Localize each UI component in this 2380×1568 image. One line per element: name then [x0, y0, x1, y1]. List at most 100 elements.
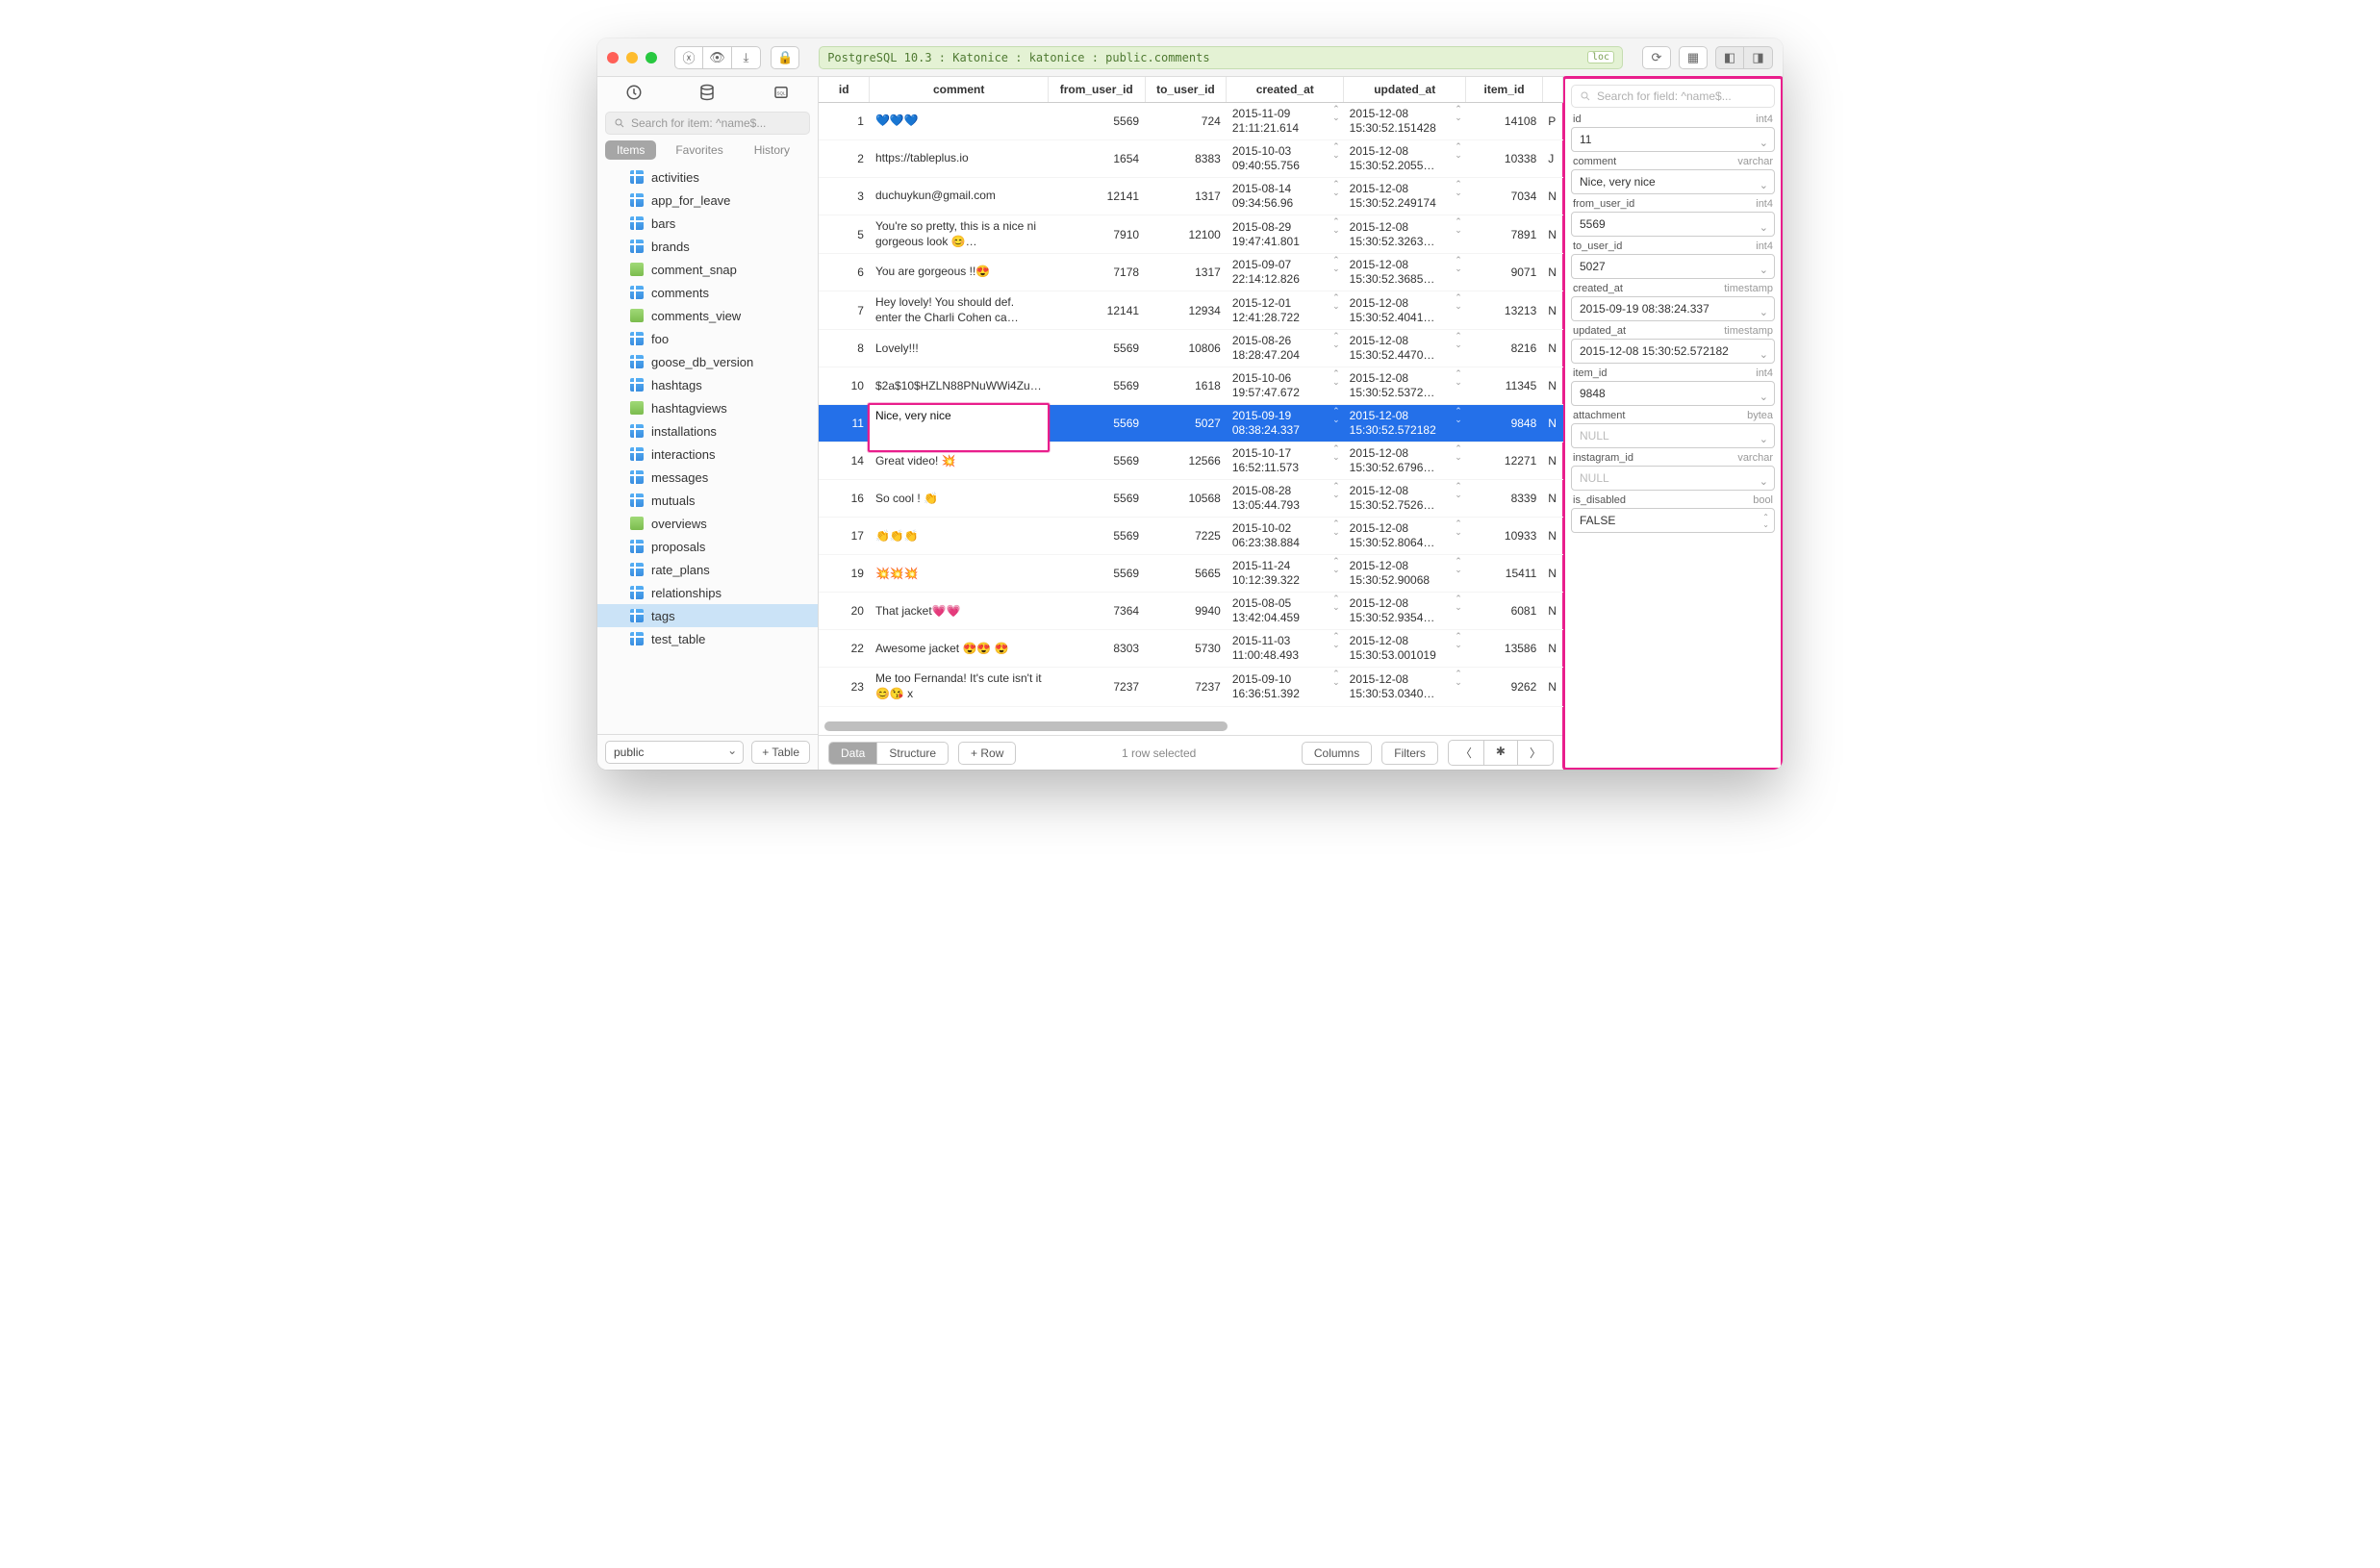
discard-changes-button[interactable]: ⓧ	[674, 46, 703, 69]
cell[interactable]: 1	[819, 103, 870, 140]
minimize-window[interactable]	[626, 52, 638, 63]
cell[interactable]: 5	[819, 215, 870, 254]
close-window[interactable]	[607, 52, 619, 63]
column-header-from_user_id[interactable]: from_user_id	[1048, 77, 1145, 103]
cell[interactable]: N	[1542, 367, 1562, 405]
sidebar-item-interactions[interactable]: interactions	[597, 443, 818, 466]
prev-button[interactable]: 〈	[1449, 741, 1484, 765]
cell[interactable]: 13586	[1466, 630, 1542, 668]
cell[interactable]: 9262	[1466, 668, 1542, 706]
table-row[interactable]: 23Me too Fernanda! It's cute isn't it 😊😘…	[819, 668, 1563, 706]
cell[interactable]: 22	[819, 630, 870, 668]
table-row[interactable]: 22Awesome jacket 😍😍 😍830357302015-11-031…	[819, 630, 1563, 668]
field-input[interactable]: NULL	[1571, 466, 1775, 491]
cell[interactable]: 10933	[1466, 518, 1542, 555]
sidebar-item-test_table[interactable]: test_table	[597, 627, 818, 650]
cell[interactable]: 5569	[1048, 555, 1145, 593]
cell[interactable]: 2015-08-2919:47:41.801	[1227, 215, 1344, 254]
cell[interactable]: 19	[819, 555, 870, 593]
cell[interactable]: 14108	[1466, 103, 1542, 140]
cell-comment[interactable]: duchuykun@gmail.com	[870, 178, 1048, 215]
cell[interactable]: 2015-08-0513:42:04.459	[1227, 593, 1344, 630]
sidebar-item-goose_db_version[interactable]: goose_db_version	[597, 350, 818, 373]
structure-tab[interactable]: Structure	[877, 743, 948, 764]
cell[interactable]: 13213	[1466, 291, 1542, 330]
cell[interactable]: 5569	[1048, 518, 1145, 555]
cell-editor[interactable]: Nice, very nice	[868, 403, 1050, 452]
sidebar-tab-favorites[interactable]: Favorites	[664, 140, 734, 160]
columns-button[interactable]: Columns	[1302, 742, 1372, 765]
cell[interactable]: 5569	[1048, 103, 1145, 140]
cell[interactable]: 2015-12-0815:30:52.151428	[1344, 103, 1466, 140]
settings-button[interactable]: ✱	[1484, 741, 1518, 765]
cell-comment[interactable]: That jacket💗💗	[870, 593, 1048, 630]
preview-button[interactable]: 👁	[703, 46, 732, 69]
zoom-window[interactable]	[646, 52, 657, 63]
cell[interactable]: 8383	[1145, 140, 1227, 178]
cell[interactable]: 7225	[1145, 518, 1227, 555]
cell[interactable]: 2015-12-0815:30:52.572182	[1344, 405, 1466, 443]
cell[interactable]: N	[1542, 291, 1562, 330]
cell[interactable]: 2015-09-1908:38:24.337	[1227, 405, 1344, 443]
cell-comment[interactable]: 💙💙💙	[870, 103, 1048, 140]
cell[interactable]: 2015-12-0815:30:52.3685…	[1344, 254, 1466, 291]
cell[interactable]: N	[1542, 215, 1562, 254]
sidebar-item-relationships[interactable]: relationships	[597, 581, 818, 604]
reload-button[interactable]: ⟳	[1642, 46, 1671, 69]
cell[interactable]: 2015-12-0815:30:52.3263…	[1344, 215, 1466, 254]
table-row[interactable]: 10$2a$10$HZLN88PNuWWi4ZuS91Ib8dR98Iit0kb…	[819, 367, 1563, 405]
sidebar-item-proposals[interactable]: proposals	[597, 535, 818, 558]
cell[interactable]: 7178	[1048, 254, 1145, 291]
cell[interactable]: 2015-12-0815:30:52.6796…	[1344, 443, 1466, 480]
table-row[interactable]: 16So cool ! 👏5569105682015-08-2813:05:44…	[819, 480, 1563, 518]
grid-mode-button[interactable]: ▦	[1679, 46, 1708, 69]
table-row[interactable]: 5You're so pretty, this is a nice ni gor…	[819, 215, 1563, 254]
sidebar-item-overviews[interactable]: overviews	[597, 512, 818, 535]
cell[interactable]: 3	[819, 178, 870, 215]
cell[interactable]: 2015-12-0815:30:52.5372…	[1344, 367, 1466, 405]
database-icon[interactable]	[698, 84, 716, 104]
cell[interactable]: 8216	[1466, 330, 1542, 367]
cell[interactable]: N	[1542, 480, 1562, 518]
toggle-right-panel-button[interactable]: ◨	[1744, 46, 1773, 69]
cell[interactable]: 2015-12-0815:30:52.4470…	[1344, 330, 1466, 367]
cell[interactable]: 6081	[1466, 593, 1542, 630]
cell[interactable]: 12141	[1048, 178, 1145, 215]
cell[interactable]: 2015-12-0815:30:52.9354…	[1344, 593, 1466, 630]
cell[interactable]: N	[1542, 668, 1562, 706]
cell[interactable]: 17	[819, 518, 870, 555]
table-row[interactable]: 6You are gorgeous !!😍717813172015-09-072…	[819, 254, 1563, 291]
cell[interactable]: 2015-12-0815:30:53.0340…	[1344, 668, 1466, 706]
table-row[interactable]: 17👏👏👏556972252015-10-0206:23:38.8842015-…	[819, 518, 1563, 555]
sidebar-search-input[interactable]: Search for item: ^name$...	[605, 112, 810, 135]
data-tab[interactable]: Data	[829, 743, 877, 764]
sidebar-item-bars[interactable]: bars	[597, 212, 818, 235]
table-row[interactable]: 8Lovely!!!5569108062015-08-2618:28:47.20…	[819, 330, 1563, 367]
cell[interactable]: 2015-12-0815:30:52.90068	[1344, 555, 1466, 593]
cell-comment[interactable]: Awesome jacket 😍😍 😍	[870, 630, 1048, 668]
cell[interactable]: N	[1542, 178, 1562, 215]
sidebar-item-comments_view[interactable]: comments_view	[597, 304, 818, 327]
sidebar-item-hashtagviews[interactable]: hashtagviews	[597, 396, 818, 419]
connection-icon[interactable]	[625, 84, 643, 104]
cell[interactable]: 8303	[1048, 630, 1145, 668]
cell-comment[interactable]: So cool ! 👏	[870, 480, 1048, 518]
lock-button[interactable]: 🔒	[771, 46, 799, 69]
cell[interactable]: 2015-12-0815:30:52.8064…	[1344, 518, 1466, 555]
field-input[interactable]: Nice, very nice	[1571, 169, 1775, 194]
cell[interactable]: 2015-08-1409:34:56.96	[1227, 178, 1344, 215]
cell[interactable]: 2	[819, 140, 870, 178]
field-input[interactable]: 5027	[1571, 254, 1775, 279]
column-header-to_user_id[interactable]: to_user_id	[1145, 77, 1227, 103]
cell[interactable]: 11345	[1466, 367, 1542, 405]
sidebar-item-app_for_leave[interactable]: app_for_leave	[597, 189, 818, 212]
cell[interactable]: 7034	[1466, 178, 1542, 215]
cell[interactable]: J	[1542, 140, 1562, 178]
cell[interactable]: 724	[1145, 103, 1227, 140]
cell[interactable]: 2015-11-0311:00:48.493	[1227, 630, 1344, 668]
cell[interactable]: 7364	[1048, 593, 1145, 630]
table-row[interactable]: 3duchuykun@gmail.com1214113172015-08-140…	[819, 178, 1563, 215]
cell[interactable]: 2015-09-0722:14:12.826	[1227, 254, 1344, 291]
horizontal-scrollbar[interactable]	[824, 721, 1557, 731]
filters-button[interactable]: Filters	[1381, 742, 1438, 765]
